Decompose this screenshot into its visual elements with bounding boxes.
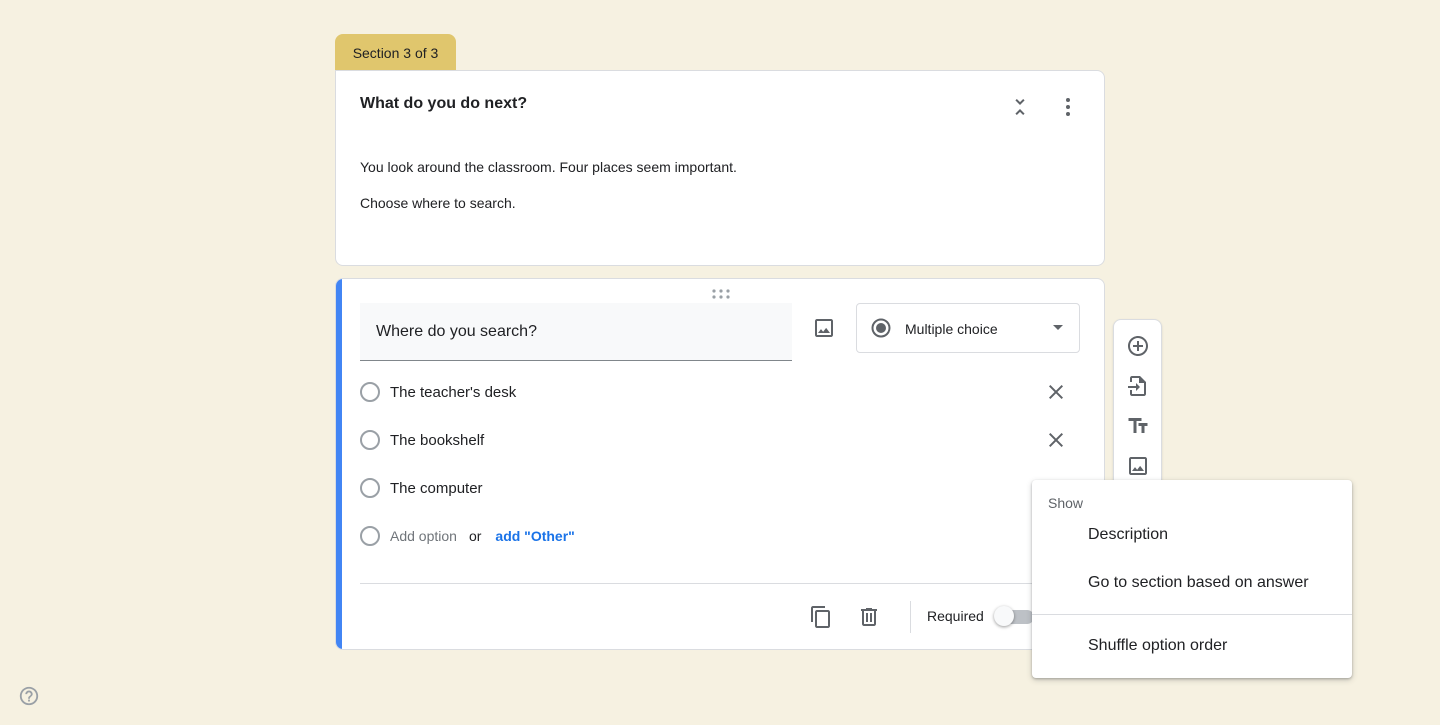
copy-icon [811, 606, 830, 628]
section-description[interactable]: You look around the classroom. Four plac… [360, 149, 737, 221]
option-row[interactable]: The bookshelf [360, 428, 484, 452]
radio-circle-icon [360, 382, 380, 402]
image-icon [1129, 457, 1147, 475]
menu-item-shuffle[interactable]: Shuffle option order [1032, 622, 1352, 670]
option-row[interactable]: The teacher's desk [360, 380, 516, 404]
radio-button-checked-icon [871, 318, 891, 338]
question-card[interactable]: Where do you search? Multiple choice The… [335, 278, 1105, 650]
import-icon [1128, 376, 1146, 396]
remove-option-button[interactable] [1036, 420, 1076, 460]
image-icon [815, 319, 833, 337]
more-options-menu: Show Description Go to section based on … [1032, 480, 1352, 678]
radio-circle-icon [360, 526, 380, 546]
section-header-card[interactable]: What do you do next? You look around the… [335, 70, 1105, 266]
trash-icon [861, 608, 877, 626]
menu-divider [1032, 614, 1352, 615]
option-row[interactable]: The computer [360, 476, 483, 500]
drag-handle-icon [712, 289, 730, 299]
add-circle-icon [1128, 336, 1148, 356]
help-button[interactable] [18, 685, 40, 707]
more-vert-icon [1066, 98, 1070, 116]
required-toggle-thumb[interactable] [994, 606, 1014, 626]
add-image-button[interactable] [804, 308, 844, 348]
add-option-input[interactable]: Add option [390, 528, 457, 544]
menu-header: Show [1048, 495, 1084, 511]
question-type-label: Multiple choice [905, 321, 998, 337]
section-more-button[interactable] [1048, 87, 1088, 127]
footer-vertical-divider [910, 601, 911, 633]
collapse-icon [1015, 99, 1025, 115]
question-type-select[interactable]: Multiple choice [856, 303, 1080, 353]
close-icon [1049, 433, 1063, 447]
close-icon [1049, 385, 1063, 399]
required-label: Required [927, 608, 984, 624]
radio-circle-icon [360, 478, 380, 498]
option-text[interactable]: The computer [390, 480, 483, 497]
question-title-input[interactable]: Where do you search? [360, 303, 792, 361]
delete-button[interactable] [849, 597, 889, 637]
collapse-section-button[interactable] [1000, 87, 1040, 127]
option-text[interactable]: The bookshelf [390, 432, 484, 449]
description-line: Choose where to search. [360, 195, 516, 211]
duplicate-button[interactable] [801, 597, 841, 637]
footer-divider [360, 583, 1032, 584]
add-option-row[interactable]: Add option or add "Other" [360, 524, 575, 548]
add-title-button[interactable] [1118, 406, 1158, 446]
option-text[interactable]: The teacher's desk [390, 384, 516, 401]
remove-option-button[interactable] [1036, 372, 1076, 412]
section-title[interactable]: What do you do next? [360, 95, 527, 113]
add-question-button[interactable] [1118, 326, 1158, 366]
add-other-button[interactable]: add "Other" [495, 528, 574, 544]
text-fields-icon [1128, 418, 1148, 433]
import-questions-button[interactable] [1118, 366, 1158, 406]
active-card-accent [336, 279, 342, 649]
side-toolbar [1113, 319, 1162, 499]
menu-item-description[interactable]: Description [1032, 511, 1352, 559]
or-label: or [468, 528, 482, 544]
description-line: You look around the classroom. Four plac… [360, 159, 737, 175]
help-icon [19, 686, 39, 706]
radio-circle-icon [360, 430, 380, 450]
menu-item-go-to-section[interactable]: Go to section based on answer [1032, 559, 1352, 607]
section-tab: Section 3 of 3 [335, 34, 456, 71]
dropdown-arrow-icon [1053, 325, 1063, 330]
